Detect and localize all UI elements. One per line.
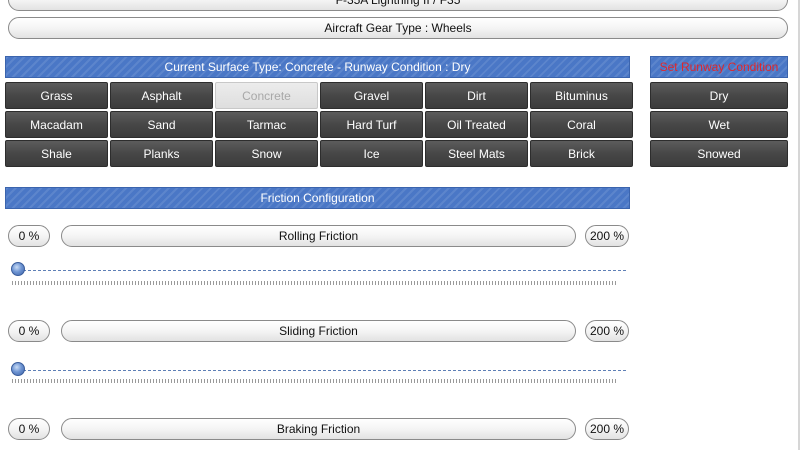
surface-button-shale[interactable]: Shale	[5, 140, 108, 167]
braking-max-label: 200 %	[585, 418, 629, 440]
friction-config-header: Friction Configuration	[5, 187, 630, 209]
sliding-max-label: 200 %	[585, 320, 629, 342]
surface-button-oil-treated[interactable]: Oil Treated	[425, 111, 528, 138]
surface-button-sand[interactable]: Sand	[110, 111, 213, 138]
runway-condition-grid: Dry Wet Snowed	[650, 82, 788, 167]
sliding-friction-label: Sliding Friction	[61, 320, 576, 342]
gear-type-display: Aircraft Gear Type : Wheels	[8, 17, 788, 39]
sliding-slider-knob[interactable]	[11, 362, 25, 376]
surface-type-header: Current Surface Type: Concrete - Runway …	[5, 56, 630, 78]
rolling-slider-ticks	[12, 281, 616, 285]
surface-button-ice[interactable]: Ice	[320, 140, 423, 167]
surface-button-macadam[interactable]: Macadam	[5, 111, 108, 138]
surface-button-tarmac[interactable]: Tarmac	[215, 111, 318, 138]
sliding-slider-track	[18, 370, 626, 371]
surface-button-gravel[interactable]: Gravel	[320, 82, 423, 109]
runway-button-wet[interactable]: Wet	[650, 111, 788, 138]
surface-button-coral[interactable]: Coral	[530, 111, 633, 138]
braking-min-label: 0 %	[8, 418, 50, 440]
surface-button-asphalt[interactable]: Asphalt	[110, 82, 213, 109]
surface-type-grid: Grass Asphalt Concrete Gravel Dirt Bitum…	[5, 82, 633, 167]
surface-button-grass[interactable]: Grass	[5, 82, 108, 109]
runway-condition-header: Set Runway Condition	[650, 56, 788, 78]
runway-button-dry[interactable]: Dry	[650, 82, 788, 109]
surface-button-hard-turf[interactable]: Hard Turf	[320, 111, 423, 138]
runway-button-snowed[interactable]: Snowed	[650, 140, 788, 167]
surface-button-brick[interactable]: Brick	[530, 140, 633, 167]
braking-friction-label: Braking Friction	[61, 418, 576, 440]
rolling-friction-slider[interactable]	[8, 260, 626, 282]
surface-button-dirt[interactable]: Dirt	[425, 82, 528, 109]
rolling-slider-track	[18, 270, 626, 271]
sliding-slider-ticks	[12, 379, 616, 383]
aircraft-name-display: F-35A Lightning II / F35	[8, 0, 788, 11]
rolling-friction-label: Rolling Friction	[61, 225, 576, 247]
surface-button-steel-mats[interactable]: Steel Mats	[425, 140, 528, 167]
rolling-max-label: 200 %	[585, 225, 629, 247]
rolling-slider-knob[interactable]	[11, 262, 25, 276]
sliding-min-label: 0 %	[8, 320, 50, 342]
surface-button-snow[interactable]: Snow	[215, 140, 318, 167]
rolling-min-label: 0 %	[8, 225, 50, 247]
surface-button-planks[interactable]: Planks	[110, 140, 213, 167]
surface-button-concrete[interactable]: Concrete	[215, 82, 318, 109]
surface-button-bituminus[interactable]: Bituminus	[530, 82, 633, 109]
